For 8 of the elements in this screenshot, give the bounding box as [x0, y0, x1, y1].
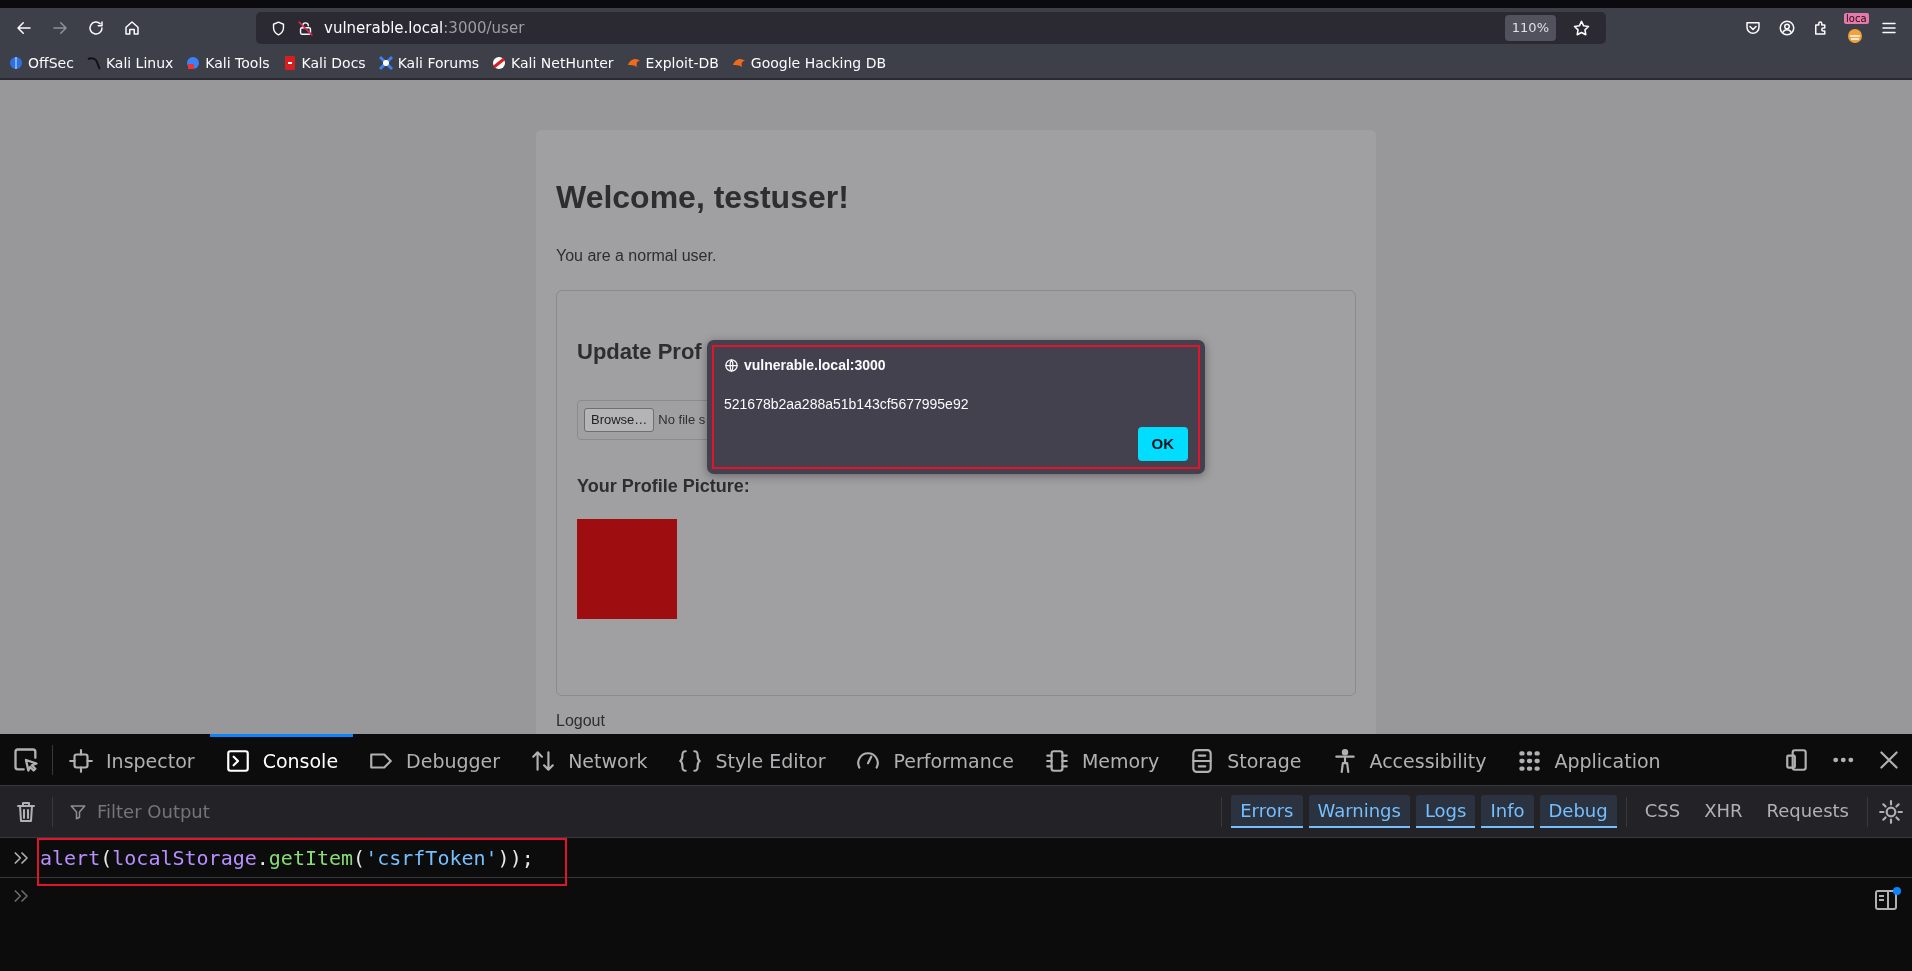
- role-text: You are a normal user.: [556, 246, 718, 266]
- picture-title: Your Profile Picture:: [577, 475, 751, 497]
- dialog-message: 521678b2aa288a51b143cf5677995e92: [724, 395, 970, 414]
- section-title: Update Prof: [577, 339, 702, 365]
- page-heading: Welcome, testuser!: [556, 178, 850, 216]
- dialog-origin: vulnerable.local:3000: [744, 356, 886, 375]
- extension-badge: loca: [1844, 13, 1869, 24]
- url-text: vulnerable.local:3000/user: [324, 17, 525, 39]
